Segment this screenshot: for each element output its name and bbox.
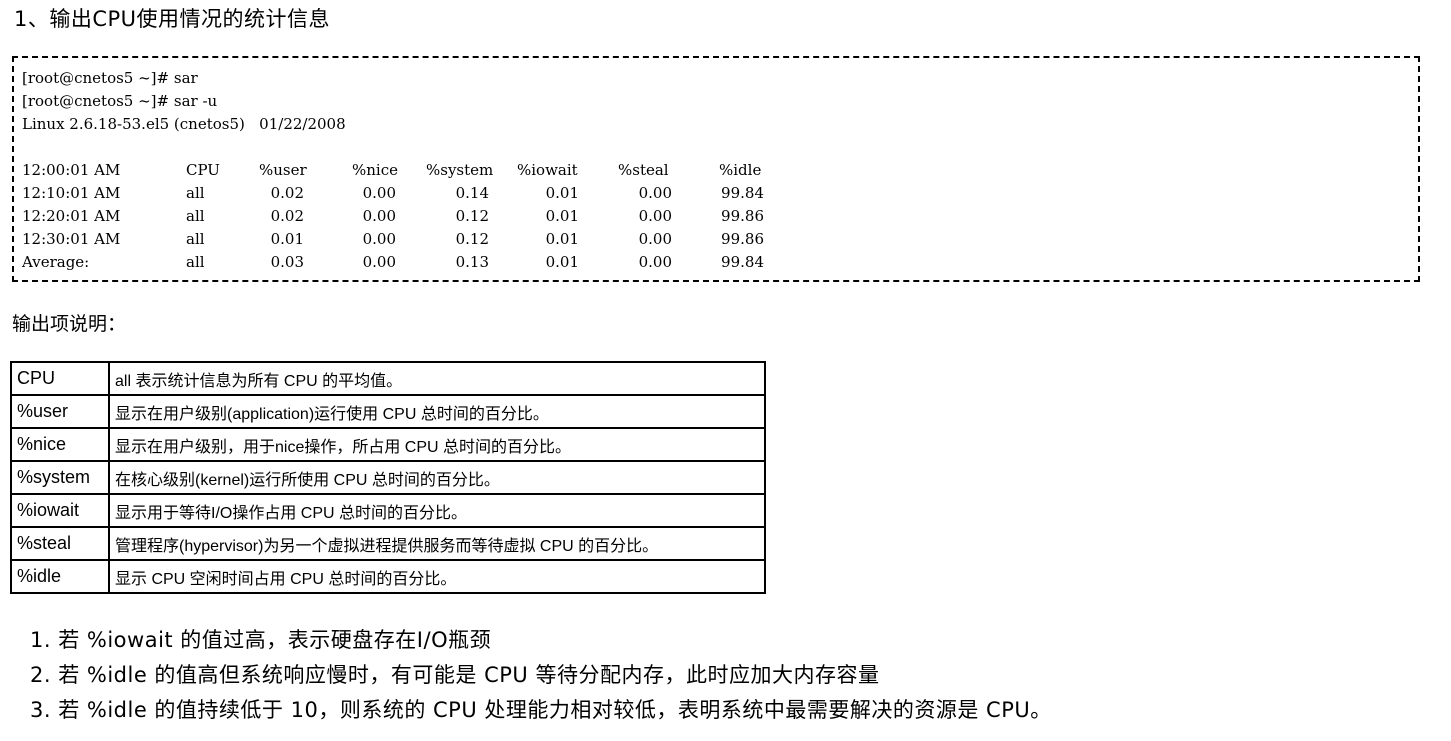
row-nice: 0.00 [362, 253, 396, 271]
field-key: CPU [10, 361, 110, 396]
field-description-heading: 输出项说明： [12, 313, 127, 335]
row-steal: 0.00 [638, 184, 672, 202]
row-nice: 0.00 [362, 184, 396, 202]
header-idle: %idle [719, 161, 762, 179]
row-steal: 0.00 [638, 230, 672, 248]
field-desc: all 表示统计信息为所有 CPU 的平均值。 [108, 361, 766, 396]
table-row: CPU all 表示统计信息为所有 CPU 的平均值。 [10, 361, 766, 396]
field-desc: 显示用于等待I/O操作占用 CPU 总时间的百分比。 [108, 493, 766, 528]
table-row: %idle 显示 CPU 空闲时间占用 CPU 总时间的百分比。 [10, 559, 766, 594]
field-key: %iowait [10, 493, 110, 528]
row-system: 0.12 [455, 230, 489, 248]
header-time: 12:00:01 AM [22, 161, 121, 179]
field-key: %idle [10, 559, 110, 594]
field-desc: 显示在用户级别(application)运行使用 CPU 总时间的百分比。 [108, 394, 766, 429]
note-item: 3. 若 %idle 的值持续低于 10，则系统的 CPU 处理能力相对较低，表… [30, 698, 1052, 722]
field-key: %nice [10, 427, 110, 462]
field-key: %system [10, 460, 110, 495]
field-key: %steal [10, 526, 110, 561]
row-iowait: 0.01 [545, 230, 579, 248]
row-time: Average: [22, 253, 90, 271]
row-cpu: all [186, 207, 205, 225]
command-line: [root@cnetos5 ~]# sar [22, 69, 198, 87]
header-steal: %steal [618, 161, 669, 179]
field-desc: 显示在用户级别，用于nice操作，所占用 CPU 总时间的百分比。 [108, 427, 766, 462]
table-row: %system 在核心级别(kernel)运行所使用 CPU 总时间的百分比。 [10, 460, 766, 495]
table-row: %iowait 显示用于等待I/O操作占用 CPU 总时间的百分比。 [10, 493, 766, 528]
row-nice: 0.00 [362, 207, 396, 225]
row-user: 0.03 [270, 253, 304, 271]
header-system: %system [426, 161, 494, 179]
command-line: [root@cnetos5 ~]# sar -u [22, 92, 218, 110]
terminal-output-box: [root@cnetos5 ~]# sar [root@cnetos5 ~]# … [12, 56, 1420, 282]
row-system: 0.14 [455, 184, 489, 202]
row-system: 0.12 [455, 207, 489, 225]
header-cpu: CPU [186, 161, 220, 179]
header-iowait: %iowait [517, 161, 578, 179]
row-iowait: 0.01 [545, 207, 579, 225]
row-time: 12:20:01 AM [22, 207, 121, 225]
field-desc: 管理程序(hypervisor)为另一个虚拟进程提供服务而等待虚拟 CPU 的百… [108, 526, 766, 561]
row-steal: 0.00 [638, 207, 672, 225]
row-cpu: all [186, 184, 205, 202]
field-desc: 显示 CPU 空闲时间占用 CPU 总时间的百分比。 [108, 559, 766, 594]
table-row: %steal 管理程序(hypervisor)为另一个虚拟进程提供服务而等待虚拟… [10, 526, 766, 561]
field-description-table: CPU all 表示统计信息为所有 CPU 的平均值。 %user 显示在用户级… [10, 361, 766, 594]
row-steal: 0.00 [638, 253, 672, 271]
row-user: 0.02 [270, 207, 304, 225]
row-cpu: all [186, 253, 205, 271]
row-user: 0.01 [270, 230, 304, 248]
table-row: %nice 显示在用户级别，用于nice操作，所占用 CPU 总时间的百分比。 [10, 427, 766, 462]
row-idle: 99.86 [721, 207, 764, 225]
table-row: %user 显示在用户级别(application)运行使用 CPU 总时间的百… [10, 394, 766, 429]
row-time: 12:10:01 AM [22, 184, 121, 202]
row-iowait: 0.01 [545, 184, 579, 202]
notes-list: 1. 若 %iowait 的值过高，表示硬盘存在I/O瓶颈 2. 若 %idle… [30, 623, 1052, 728]
note-item: 1. 若 %iowait 的值过高，表示硬盘存在I/O瓶颈 [30, 628, 492, 652]
row-idle: 99.84 [721, 184, 764, 202]
row-system: 0.13 [455, 253, 489, 271]
row-user: 0.02 [270, 184, 304, 202]
row-time: 12:30:01 AM [22, 230, 121, 248]
field-desc: 在核心级别(kernel)运行所使用 CPU 总时间的百分比。 [108, 460, 766, 495]
row-nice: 0.00 [362, 230, 396, 248]
row-iowait: 0.01 [545, 253, 579, 271]
row-cpu: all [186, 230, 205, 248]
section-heading: 1、输出CPU使用情况的统计信息 [14, 7, 331, 31]
row-idle: 99.86 [721, 230, 764, 248]
note-item: 2. 若 %idle 的值高但系统响应慢时，有可能是 CPU 等待分配内存，此时… [30, 663, 880, 687]
row-idle: 99.84 [721, 253, 764, 271]
system-info-line: Linux 2.6.18-53.el5 (cnetos5) 01/22/2008 [22, 115, 346, 133]
field-key: %user [10, 394, 110, 429]
header-nice: %nice [352, 161, 398, 179]
header-user: %user [259, 161, 307, 179]
